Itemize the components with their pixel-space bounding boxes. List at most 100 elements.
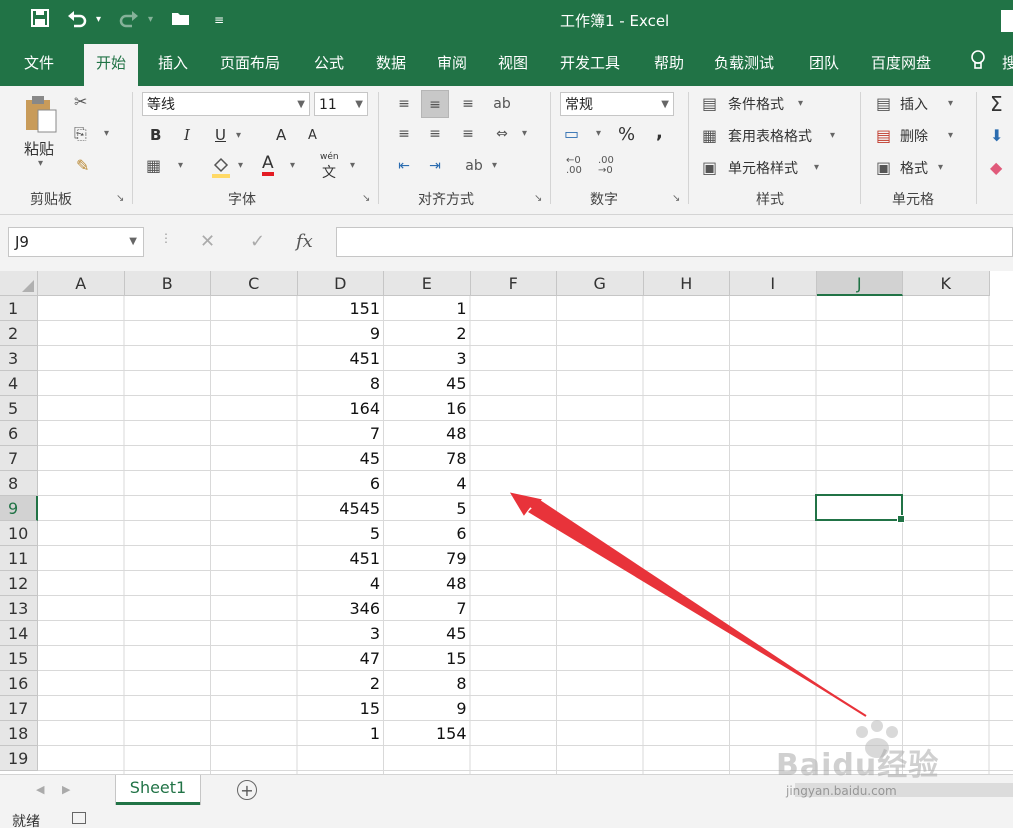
row-header-15[interactable]: 15: [0, 646, 38, 671]
fill-icon[interactable]: ⬇: [990, 126, 1003, 145]
comma-button[interactable]: ,: [656, 122, 663, 143]
customize-qat-icon[interactable]: ≡: [214, 8, 224, 32]
number-launcher-icon[interactable]: ↘: [672, 193, 680, 204]
row-header-1[interactable]: 1: [0, 296, 38, 321]
row-header-19[interactable]: 19: [0, 746, 38, 771]
undo-icon[interactable]: [66, 8, 88, 32]
cell-e18[interactable]: 154: [384, 721, 471, 746]
cell-e16[interactable]: 8: [384, 671, 471, 696]
accounting-dropdown-icon[interactable]: ▾: [596, 128, 601, 139]
cell-e2[interactable]: 2: [384, 321, 471, 346]
merge-dropdown-icon[interactable]: ▾: [522, 128, 527, 139]
phonetic-guide-label[interactable]: wén: [320, 152, 339, 162]
cell-d18[interactable]: 1: [298, 721, 385, 746]
shrink-font-button[interactable]: A: [308, 128, 317, 143]
tab-page-layout[interactable]: 页面布局: [220, 52, 280, 73]
tab-help[interactable]: 帮助: [654, 52, 684, 73]
cell-e3[interactable]: 3: [384, 346, 471, 371]
format-cells-icon[interactable]: ▣: [876, 158, 891, 177]
cell-d13[interactable]: 346: [298, 596, 385, 621]
phonetic-dropdown-icon[interactable]: ▾: [350, 160, 355, 171]
increase-decimal-icon[interactable]: ←0.00: [566, 156, 582, 176]
column-header-f[interactable]: F: [470, 271, 557, 296]
cell-d1[interactable]: 151: [298, 296, 385, 321]
active-cell-J9[interactable]: [815, 494, 905, 523]
cell-d10[interactable]: 5: [298, 521, 385, 546]
column-header-d[interactable]: D: [297, 271, 384, 296]
cell-d17[interactable]: 15: [298, 696, 385, 721]
cell-d8[interactable]: 6: [298, 471, 385, 496]
underline-dropdown-icon[interactable]: ▾: [236, 130, 241, 141]
tab-load-test[interactable]: 负载测试: [714, 52, 774, 73]
borders-icon[interactable]: ▦: [146, 156, 161, 175]
tab-formulas[interactable]: 公式: [314, 52, 344, 73]
prev-sheet-icon[interactable]: ◀: [36, 783, 44, 796]
row-header-4[interactable]: 4: [0, 371, 38, 396]
number-format-combo[interactable]: 常规 ▼: [560, 92, 674, 116]
cell-d14[interactable]: 3: [298, 621, 385, 646]
cell-d9[interactable]: 4545: [298, 496, 385, 521]
wrap-text-icon[interactable]: ab: [488, 90, 516, 118]
clipboard-launcher-icon[interactable]: ↘: [116, 193, 124, 204]
tab-baidu-netdisk[interactable]: 百度网盘: [871, 52, 931, 73]
cell-e9[interactable]: 5: [384, 496, 471, 521]
orientation-icon[interactable]: ab: [460, 152, 488, 180]
cell-e12[interactable]: 48: [384, 571, 471, 596]
row-header-13[interactable]: 13: [0, 596, 38, 621]
cell-e6[interactable]: 48: [384, 421, 471, 446]
tab-home[interactable]: 开始: [84, 44, 139, 86]
redo-icon[interactable]: [118, 8, 140, 32]
row-header-3[interactable]: 3: [0, 346, 38, 371]
cell-d4[interactable]: 8: [298, 371, 385, 396]
format-cells-button[interactable]: 格式: [900, 158, 928, 178]
decrease-indent-icon[interactable]: ⇤: [390, 152, 418, 180]
row-header-8[interactable]: 8: [0, 471, 38, 496]
underline-button[interactable]: U: [215, 126, 226, 144]
undo-dropdown-icon[interactable]: ▾: [96, 8, 101, 32]
drag-handle-icon[interactable]: ⋮: [160, 231, 172, 245]
cell-d12[interactable]: 4: [298, 571, 385, 596]
bold-button[interactable]: B: [150, 126, 161, 144]
row-header-12[interactable]: 12: [0, 571, 38, 596]
font-launcher-icon[interactable]: ↘: [362, 193, 370, 204]
italic-button[interactable]: I: [184, 126, 190, 144]
column-header-c[interactable]: C: [211, 271, 298, 296]
row-header-17[interactable]: 17: [0, 696, 38, 721]
font-name-combo[interactable]: 等线 ▼: [142, 92, 310, 116]
autosum-button[interactable]: Σ: [990, 92, 1003, 116]
orientation-dropdown-icon[interactable]: ▾: [492, 160, 497, 171]
grow-font-button[interactable]: A: [276, 126, 286, 144]
save-icon[interactable]: [30, 8, 50, 32]
format-as-table-button[interactable]: 套用表格格式: [728, 126, 812, 146]
borders-dropdown-icon[interactable]: ▾: [178, 160, 183, 171]
tab-file[interactable]: 文件: [24, 52, 54, 73]
paste-dropdown-icon[interactable]: ▾: [38, 158, 43, 169]
delete-cells-icon[interactable]: ▤: [876, 126, 891, 145]
column-header-g[interactable]: G: [557, 271, 644, 296]
fill-color-dropdown-icon[interactable]: ▾: [238, 160, 243, 171]
align-top-icon[interactable]: ≡: [390, 90, 418, 118]
cell-styles-button[interactable]: 单元格样式: [728, 158, 798, 178]
paste-label[interactable]: 粘贴: [24, 138, 54, 159]
copy-icon[interactable]: ⎘: [74, 124, 87, 144]
conditional-formatting-icon[interactable]: ▤: [702, 94, 717, 113]
conditional-formatting-button[interactable]: 条件格式: [728, 94, 784, 114]
add-sheet-icon[interactable]: +: [237, 780, 257, 800]
cell-d7[interactable]: 45: [298, 446, 385, 471]
tab-team[interactable]: 团队: [809, 52, 839, 73]
format-as-table-icon[interactable]: ▦: [702, 126, 717, 145]
tab-view[interactable]: 视图: [498, 52, 528, 73]
insert-cells-icon[interactable]: ▤: [876, 94, 891, 113]
cell-styles-dropdown-icon[interactable]: ▾: [814, 162, 819, 173]
cell-e8[interactable]: 4: [384, 471, 471, 496]
row-header-2[interactable]: 2: [0, 321, 38, 346]
name-box[interactable]: J9 ▼: [8, 227, 144, 257]
column-header-i[interactable]: I: [730, 271, 817, 296]
column-header-k[interactable]: K: [903, 271, 990, 296]
decrease-decimal-icon[interactable]: .00 →0: [598, 156, 614, 176]
row-header-10[interactable]: 10: [0, 521, 38, 546]
cell-area[interactable]: 151 9 451 8 164 7 45 6 4545 5 451 4 346 3 47 2 15 1 1 2 3 45 1…: [38, 296, 1013, 774]
insert-dropdown-icon[interactable]: ▾: [948, 98, 953, 109]
cell-e10[interactable]: 6: [384, 521, 471, 546]
redo-dropdown-icon[interactable]: ▾: [148, 8, 153, 32]
